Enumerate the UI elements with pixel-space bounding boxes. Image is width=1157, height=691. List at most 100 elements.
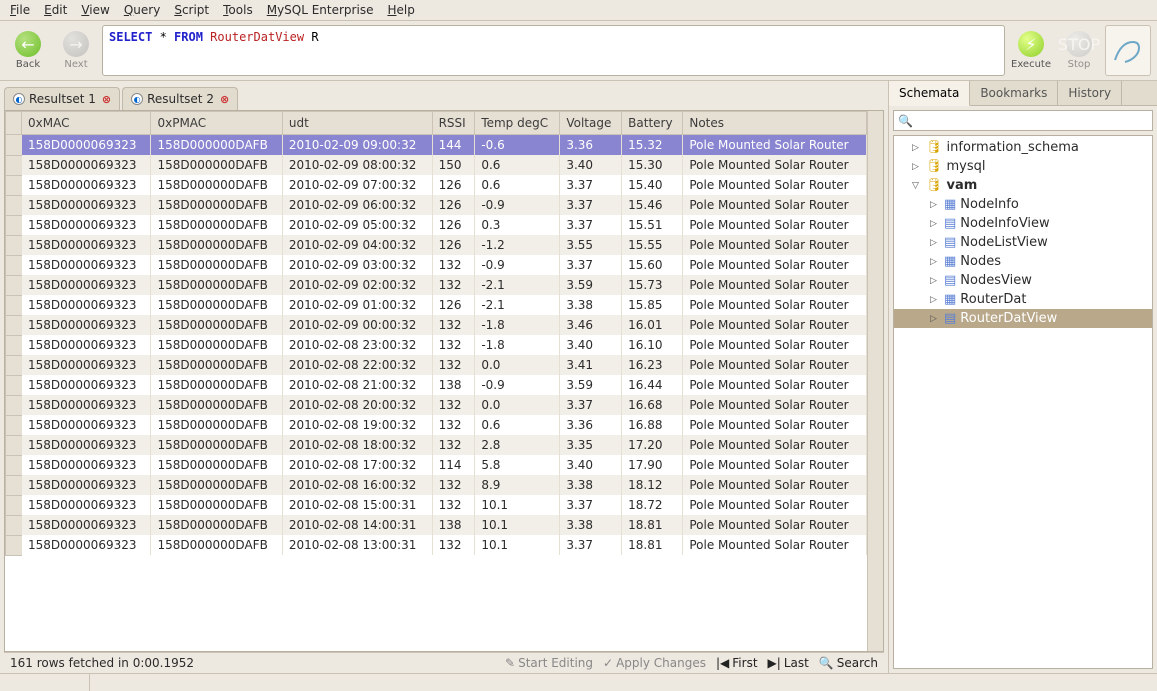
table-cell[interactable]: 132 xyxy=(432,395,475,415)
table-cell[interactable]: Pole Mounted Solar Router xyxy=(683,455,867,475)
table-cell[interactable]: 114 xyxy=(432,455,475,475)
table-cell[interactable]: 10.1 xyxy=(475,495,560,515)
tree-item-routerdatview[interactable]: ▷▤RouterDatView xyxy=(894,309,1152,328)
start-editing-button[interactable]: ✎ Start Editing xyxy=(505,656,593,670)
table-cell[interactable]: Pole Mounted Solar Router xyxy=(683,155,867,175)
row-selector[interactable] xyxy=(6,435,22,455)
table-cell[interactable]: 16.44 xyxy=(622,375,683,395)
execute-button[interactable]: ⚡ Execute xyxy=(1009,25,1053,76)
table-cell[interactable]: 8.9 xyxy=(475,475,560,495)
table-cell[interactable]: 2010-02-09 09:00:32 xyxy=(282,135,432,156)
table-cell[interactable]: 158D0000069323 xyxy=(22,355,151,375)
tree-item-nodesview[interactable]: ▷▤NodesView xyxy=(894,271,1152,290)
table-cell[interactable]: 2010-02-08 16:00:32 xyxy=(282,475,432,495)
table-row[interactable]: 158D0000069323158D000000DAFB2010-02-09 0… xyxy=(6,275,867,295)
table-cell[interactable]: 158D000000DAFB xyxy=(151,455,282,475)
table-cell[interactable]: 16.88 xyxy=(622,415,683,435)
table-cell[interactable]: 158D000000DAFB xyxy=(151,215,282,235)
table-cell[interactable]: 2010-02-08 22:00:32 xyxy=(282,355,432,375)
table-cell[interactable]: -2.1 xyxy=(475,295,560,315)
table-cell[interactable]: 2010-02-08 15:00:31 xyxy=(282,495,432,515)
expand-icon[interactable]: ▷ xyxy=(930,257,940,267)
table-cell[interactable]: 3.37 xyxy=(560,195,622,215)
row-selector[interactable] xyxy=(6,475,22,495)
table-cell[interactable]: 2010-02-09 08:00:32 xyxy=(282,155,432,175)
menu-tools[interactable]: Tools xyxy=(223,3,253,17)
table-cell[interactable]: Pole Mounted Solar Router xyxy=(683,335,867,355)
table-cell[interactable]: 2010-02-08 19:00:32 xyxy=(282,415,432,435)
table-cell[interactable]: 138 xyxy=(432,515,475,535)
table-cell[interactable]: 158D0000069323 xyxy=(22,375,151,395)
table-cell[interactable]: Pole Mounted Solar Router xyxy=(683,355,867,375)
table-row[interactable]: 158D0000069323158D000000DAFB2010-02-08 1… xyxy=(6,475,867,495)
table-row[interactable]: 158D0000069323158D000000DAFB2010-02-08 2… xyxy=(6,375,867,395)
search-button[interactable]: 🔍 Search xyxy=(819,656,878,670)
table-row[interactable]: 158D0000069323158D000000DAFB2010-02-08 2… xyxy=(6,395,867,415)
table-cell[interactable]: 158D0000069323 xyxy=(22,195,151,215)
table-cell[interactable]: 15.40 xyxy=(622,175,683,195)
row-selector[interactable] xyxy=(6,155,22,175)
menu-mysql-enterprise[interactable]: MySQL Enterprise xyxy=(267,3,374,17)
table-cell[interactable]: 15.32 xyxy=(622,135,683,156)
expand-icon[interactable]: ▷ xyxy=(912,143,922,153)
table-row[interactable]: 158D0000069323158D000000DAFB2010-02-09 0… xyxy=(6,315,867,335)
table-row[interactable]: 158D0000069323158D000000DAFB2010-02-09 0… xyxy=(6,155,867,175)
row-selector[interactable] xyxy=(6,495,22,515)
row-selector[interactable] xyxy=(6,135,22,156)
table-cell[interactable]: 3.40 xyxy=(560,335,622,355)
table-cell[interactable]: 3.37 xyxy=(560,215,622,235)
table-cell[interactable]: 2010-02-08 18:00:32 xyxy=(282,435,432,455)
table-row[interactable]: 158D0000069323158D000000DAFB2010-02-09 0… xyxy=(6,295,867,315)
row-selector[interactable] xyxy=(6,415,22,435)
row-selector[interactable] xyxy=(6,335,22,355)
table-row[interactable]: 158D0000069323158D000000DAFB2010-02-09 0… xyxy=(6,135,867,156)
menu-query[interactable]: Query xyxy=(124,3,160,17)
table-cell[interactable]: 0.0 xyxy=(475,395,560,415)
table-cell[interactable]: 158D000000DAFB xyxy=(151,475,282,495)
row-selector[interactable] xyxy=(6,375,22,395)
table-cell[interactable]: 15.55 xyxy=(622,235,683,255)
table-cell[interactable]: 3.36 xyxy=(560,415,622,435)
table-cell[interactable]: 126 xyxy=(432,235,475,255)
table-cell[interactable]: 158D000000DAFB xyxy=(151,275,282,295)
table-cell[interactable]: 158D0000069323 xyxy=(22,535,151,555)
row-selector[interactable] xyxy=(6,395,22,415)
table-cell[interactable]: 15.51 xyxy=(622,215,683,235)
table-cell[interactable]: Pole Mounted Solar Router xyxy=(683,435,867,455)
table-cell[interactable]: 3.38 xyxy=(560,475,622,495)
table-cell[interactable]: 3.59 xyxy=(560,375,622,395)
table-cell[interactable]: Pole Mounted Solar Router xyxy=(683,295,867,315)
table-cell[interactable]: 2010-02-08 21:00:32 xyxy=(282,375,432,395)
table-row[interactable]: 158D0000069323158D000000DAFB2010-02-09 0… xyxy=(6,255,867,275)
table-cell[interactable]: Pole Mounted Solar Router xyxy=(683,215,867,235)
table-cell[interactable]: 15.46 xyxy=(622,195,683,215)
table-row[interactable]: 158D0000069323158D000000DAFB2010-02-09 0… xyxy=(6,215,867,235)
expand-icon[interactable]: ▷ xyxy=(930,276,940,286)
expand-icon[interactable]: ▷ xyxy=(930,219,940,229)
table-cell[interactable]: 3.46 xyxy=(560,315,622,335)
stop-button[interactable]: STOP Stop xyxy=(1057,25,1101,76)
table-cell[interactable]: 158D000000DAFB xyxy=(151,495,282,515)
table-cell[interactable]: Pole Mounted Solar Router xyxy=(683,315,867,335)
table-cell[interactable]: 3.59 xyxy=(560,275,622,295)
vertical-scrollbar[interactable] xyxy=(867,111,883,651)
table-cell[interactable]: 158D0000069323 xyxy=(22,295,151,315)
table-cell[interactable]: 16.01 xyxy=(622,315,683,335)
table-cell[interactable]: 2010-02-09 06:00:32 xyxy=(282,195,432,215)
table-cell[interactable]: 158D000000DAFB xyxy=(151,235,282,255)
table-cell[interactable]: 18.72 xyxy=(622,495,683,515)
table-cell[interactable]: 158D0000069323 xyxy=(22,495,151,515)
table-cell[interactable]: 16.10 xyxy=(622,335,683,355)
table-row[interactable]: 158D0000069323158D000000DAFB2010-02-08 2… xyxy=(6,355,867,375)
row-selector[interactable] xyxy=(6,295,22,315)
tree-item-nodeinfoview[interactable]: ▷▤NodeInfoView xyxy=(894,214,1152,233)
table-cell[interactable]: -0.9 xyxy=(475,255,560,275)
table-cell[interactable]: 3.55 xyxy=(560,235,622,255)
column-header[interactable]: 0xMAC xyxy=(22,112,151,135)
result-tab-1[interactable]: ◐Resultset 1 ⊗ xyxy=(4,87,120,110)
table-cell[interactable]: 3.38 xyxy=(560,295,622,315)
apply-changes-button[interactable]: ✓ Apply Changes xyxy=(603,656,706,670)
result-grid-scroll[interactable]: 0xMAC0xPMACudtRSSITemp degCVoltageBatter… xyxy=(5,111,867,651)
table-cell[interactable]: Pole Mounted Solar Router xyxy=(683,415,867,435)
table-cell[interactable]: 158D000000DAFB xyxy=(151,295,282,315)
